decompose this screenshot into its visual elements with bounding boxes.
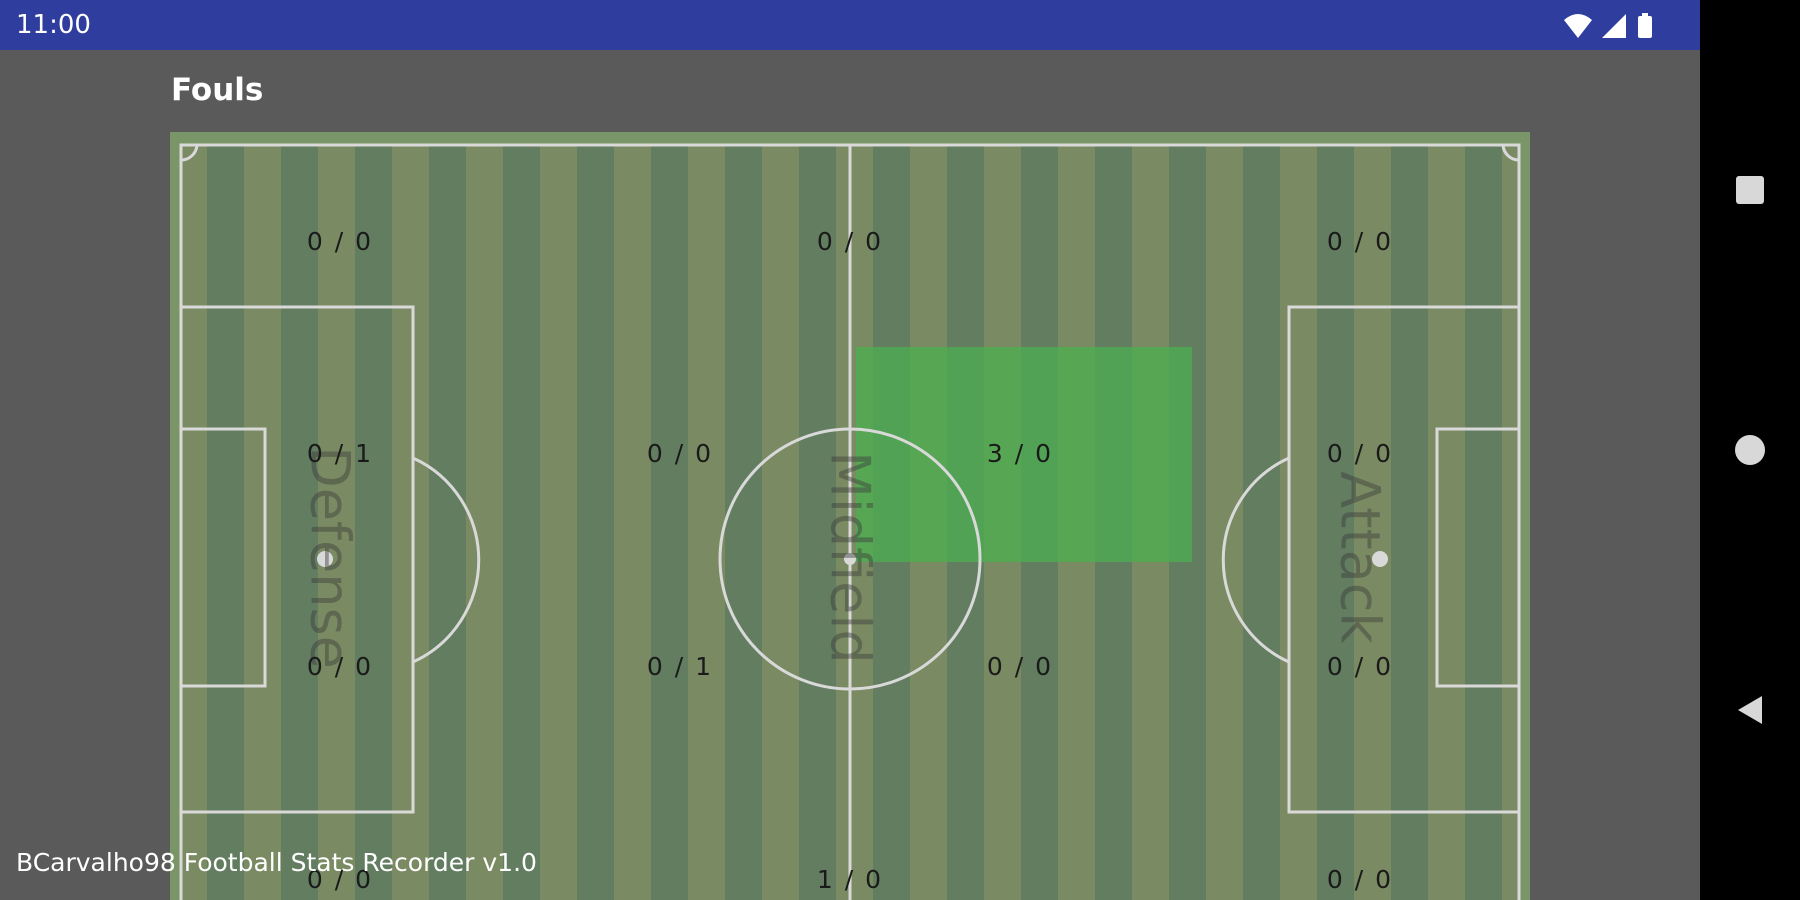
home-button[interactable] xyxy=(1734,434,1766,466)
cell-r2-c4[interactable]: 0 / 0 xyxy=(1280,439,1440,468)
android-nav-bar xyxy=(1700,0,1800,900)
cell-r3-c1[interactable]: 0 / 0 xyxy=(260,652,420,681)
status-icons xyxy=(1564,13,1652,38)
cell-r1-c1[interactable]: 0 / 0 xyxy=(260,227,420,256)
cell-r2-c3[interactable]: 3 / 0 xyxy=(940,439,1100,468)
battery-icon xyxy=(1638,16,1652,38)
signal-icon xyxy=(1602,14,1626,38)
zone-label-midfield: Midfield xyxy=(818,451,882,664)
wifi-icon xyxy=(1564,14,1592,38)
cell-r1-c2[interactable]: 0 / 0 xyxy=(770,227,930,256)
zone-label-defense: Defense xyxy=(298,446,362,669)
cell-r3-c2[interactable]: 0 / 1 xyxy=(600,652,760,681)
recents-button[interactable] xyxy=(1734,174,1766,206)
square-icon xyxy=(1736,176,1764,204)
cell-r3-c4[interactable]: 0 / 0 xyxy=(1280,652,1440,681)
status-bar: 11:00 xyxy=(0,0,1700,50)
circle-icon xyxy=(1735,435,1765,465)
cell-r2-c1[interactable]: 0 / 1 xyxy=(260,439,420,468)
cell-r4-c3[interactable]: 0 / 0 xyxy=(1280,865,1440,894)
cell-r4-c2[interactable]: 1 / 0 xyxy=(770,865,930,894)
football-pitch[interactable]: Defense Midfield Attack 0 / 0 0 / 0 0 / … xyxy=(170,132,1530,900)
app-screen: 11:00 Fouls Defense Midfield Attack 0 / … xyxy=(0,0,1700,900)
cell-r1-c3[interactable]: 0 / 0 xyxy=(1280,227,1440,256)
back-button[interactable] xyxy=(1734,694,1766,726)
footer-credit: BCarvalho98 Football Stats Recorder v1.0 xyxy=(16,848,537,877)
back-triangle-icon xyxy=(1738,696,1762,724)
cell-r3-c3[interactable]: 0 / 0 xyxy=(940,652,1100,681)
status-time: 11:00 xyxy=(16,10,91,40)
zone-label-attack: Attack xyxy=(1328,471,1392,644)
page-title: Fouls xyxy=(171,72,264,108)
cell-r2-c2[interactable]: 0 / 0 xyxy=(600,439,760,468)
